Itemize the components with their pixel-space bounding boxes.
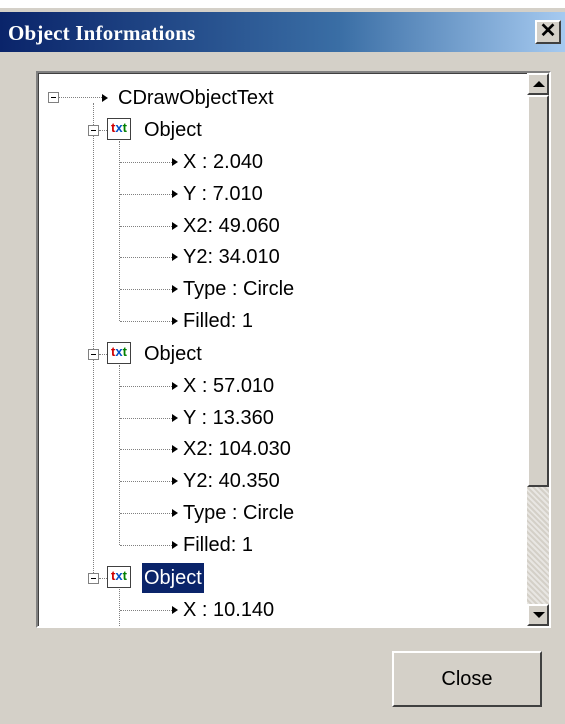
window-title: Object Informations [8,21,196,45]
tree-property[interactable]: Type : Circle [183,274,294,304]
arrow-icon [172,190,178,198]
tree-property[interactable]: Filled: 1 [183,306,253,336]
tree-property[interactable]: X2: 104.030 [183,434,291,464]
arrow-icon [172,317,178,325]
tree-connector [99,354,107,355]
vertical-scrollbar[interactable] [527,73,549,626]
tree-connector [99,130,107,131]
tree-connector [99,578,107,579]
arrow-icon [172,253,178,261]
tree-connector [120,513,172,514]
close-button[interactable]: Close [392,651,542,707]
tree-property[interactable]: Y : 7.010 [183,179,263,209]
tree-connector [119,365,120,545]
text-object-icon: txt [107,342,131,364]
tree-connector [120,386,172,387]
tree-connector [59,97,102,98]
tree-object-label-selected[interactable]: Object [142,563,204,593]
tree-connector [120,194,172,195]
tree-property[interactable]: Y2: 34.010 [183,242,280,272]
tree-connector [120,289,172,290]
close-icon: ✕ [539,20,557,42]
collapse-icon[interactable] [88,573,99,584]
arrow-icon [172,222,178,230]
text-object-icon: txt [107,118,131,140]
arrow-up-icon [533,81,545,87]
arrow-icon [172,509,178,517]
tree-content: CDrawObjectText txt Object X : 2.040 Y :… [38,73,528,626]
tree-connector [120,162,172,163]
tree-connector [120,610,172,611]
arrow-icon [172,606,178,614]
tree-connector [120,418,172,419]
tree-connector [93,103,94,583]
arrow-icon [172,477,178,485]
tree-property[interactable]: X2: 49.060 [183,211,280,241]
tree-object-label[interactable]: Object [144,339,202,369]
tree-view[interactable]: CDrawObjectText txt Object X : 2.040 Y :… [36,71,551,628]
tree-connector [120,449,172,450]
tree-property[interactable]: X : 2.040 [183,147,263,177]
tree-property[interactable]: Type : Circle [183,498,294,528]
tree-connector [120,257,172,258]
tree-connector [120,321,172,322]
tree-connector [119,589,120,626]
tree-connector [120,481,172,482]
arrow-icon [172,285,178,293]
arrow-icon [172,541,178,549]
close-window-button[interactable]: ✕ [535,20,561,44]
text-object-icon: txt [107,566,131,588]
tree-root-label[interactable]: CDrawObjectText [118,83,274,113]
tree-property[interactable]: Y2: 40.350 [183,466,280,496]
arrow-icon [172,414,178,422]
tree-object-label[interactable]: Object [144,115,202,145]
scroll-thumb[interactable] [527,95,549,487]
title-bar[interactable]: Object Informations ✕ [0,12,565,52]
collapse-icon[interactable] [48,92,59,103]
scroll-up-button[interactable] [527,73,549,95]
tree-property[interactable]: X : 57.010 [183,371,274,401]
tree-property[interactable]: Filled: 1 [183,530,253,560]
tree-connector [120,226,172,227]
arrow-icon [102,94,108,102]
scroll-down-button[interactable] [527,604,549,626]
arrow-icon [172,158,178,166]
collapse-icon[interactable] [88,349,99,360]
arrow-icon [172,382,178,390]
arrow-icon [172,445,178,453]
collapse-icon[interactable] [88,125,99,136]
arrow-down-icon [533,612,545,618]
tree-connector [120,545,172,546]
tree-property[interactable]: X : 10.140 [183,595,274,625]
tree-connector [119,141,120,321]
tree-property[interactable]: Y : 13.360 [183,403,274,433]
